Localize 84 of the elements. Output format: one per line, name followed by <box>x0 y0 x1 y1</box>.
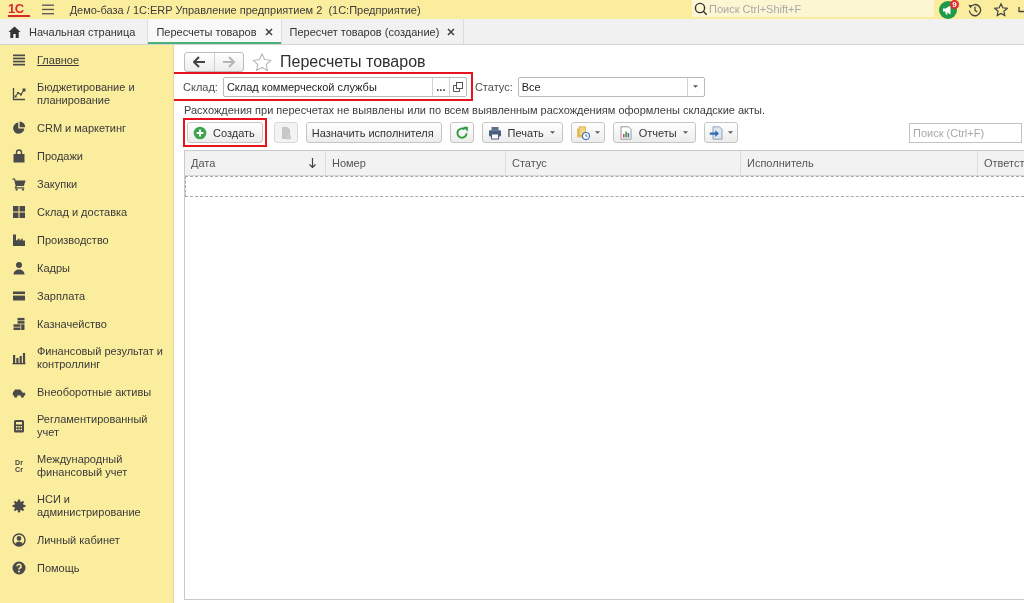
pie-chart-icon <box>12 121 26 135</box>
history-icon <box>968 2 982 17</box>
column-header[interactable]: Статус <box>506 151 741 175</box>
caret-icon <box>682 131 688 134</box>
open-button[interactable] <box>448 78 466 96</box>
import-icon <box>708 125 723 140</box>
tab[interactable]: Пересчет товаров (создание) <box>281 19 465 44</box>
shopping-bag-icon <box>12 149 26 163</box>
close-icon <box>264 27 273 36</box>
caret-icon <box>549 131 555 134</box>
caret-icon <box>693 85 699 88</box>
close-icon <box>447 27 456 36</box>
documents-clock-icon <box>575 125 590 140</box>
line-chart-icon <box>12 87 26 101</box>
toolbar-button[interactable]: Создать <box>187 122 263 143</box>
calculator-icon <box>12 419 26 433</box>
sidebar-item[interactable]: Личный кабинет <box>12 533 165 547</box>
caret-icon <box>594 131 600 134</box>
sidebar-item[interactable]: Производство <box>12 233 165 247</box>
cut-off-icon <box>1018 5 1024 14</box>
coin-stack-icon <box>12 317 26 331</box>
sidebar-item[interactable]: CRM и маркетинг <box>12 121 165 135</box>
sidebar-item[interactable]: Зарплата <box>12 289 165 303</box>
star-icon <box>252 52 272 72</box>
field-label: Статус: <box>474 80 513 93</box>
card-icon <box>12 289 26 303</box>
dropdown-field[interactable]: Все <box>517 76 705 97</box>
plus-icon <box>193 125 207 140</box>
empty-row[interactable] <box>185 176 1024 197</box>
icon-button[interactable] <box>570 122 605 143</box>
window-title: Демо-база / 1С:ERP Управление предприятием 2 (1С:Предприятие) <box>69 3 421 16</box>
list-icon <box>12 53 26 67</box>
info-message: Расхождения при пересчетах не выявлены или по всем выявленным расхождениям оформлены складские акты. <box>184 104 766 117</box>
field-label: Склад: <box>183 81 218 93</box>
cart-icon <box>12 177 26 191</box>
sidebar-item[interactable]: Казначейство <box>12 317 165 331</box>
sidebar-item[interactable]: Финансовый результат и контроллинг <box>12 345 165 371</box>
toolbar-button[interactable]: Отчеты <box>612 122 696 143</box>
refresh-icon <box>454 125 469 140</box>
person-icon <box>12 261 26 275</box>
sidebar-item[interactable]: Главное <box>12 53 165 67</box>
sidebar-item[interactable]: Склад и доставка <box>12 205 165 219</box>
user-circle-icon <box>12 533 26 547</box>
sidebar-item[interactable]: Закупки <box>12 177 165 191</box>
arrow-left-icon <box>193 56 206 68</box>
factory-icon <box>12 233 26 247</box>
form-title: Пересчеты товаров <box>280 52 426 72</box>
sort-arrow-icon <box>309 158 316 168</box>
caret-icon <box>727 131 733 134</box>
toolbar-button[interactable]: Печать <box>481 122 563 143</box>
notification-badge: 9 <box>950 0 959 9</box>
megaphone-icon <box>939 0 957 19</box>
logo: 1С <box>8 2 30 17</box>
report-icon <box>618 125 633 140</box>
column-header[interactable]: Исполнитель <box>741 151 978 175</box>
sidebar-item[interactable]: Продажи <box>12 149 165 163</box>
home-icon <box>8 25 21 38</box>
icon-button[interactable] <box>449 122 474 143</box>
search-icon <box>694 2 707 15</box>
menu-icon <box>41 4 54 15</box>
overlapping-squares-icon <box>452 82 463 92</box>
icon-button[interactable] <box>703 122 738 143</box>
reference-field[interactable]: Склад коммерческой службы ... <box>222 77 467 97</box>
sidebar-item[interactable]: Бюджетирование и планирование <box>12 81 165 107</box>
column-header[interactable]: Номер <box>326 151 506 175</box>
grid-icon <box>12 205 26 219</box>
arrow-right-icon <box>222 56 236 68</box>
sidebar-item[interactable]: Кадры <box>12 261 165 275</box>
sidebar-item[interactable]: НСИ и администрирование <box>12 493 165 519</box>
column-header[interactable]: Дата <box>185 151 326 175</box>
tab[interactable]: Пересчеты товаров <box>148 19 282 44</box>
toolbar-button[interactable]: Назначить исполнителя <box>305 122 442 143</box>
sidebar-item[interactable]: Внеоборотные активы <box>12 385 165 399</box>
printer-icon <box>487 125 502 140</box>
bar-chart-icon <box>12 351 26 365</box>
help-icon <box>12 561 26 575</box>
sidebar-item[interactable]: Регламентированный учет <box>12 413 165 439</box>
star-icon <box>994 2 1008 17</box>
gear-icon <box>12 499 26 513</box>
sidebar-item[interactable]: Помощь <box>12 561 165 575</box>
select-button[interactable]: ... <box>431 78 449 96</box>
search-field[interactable]: Поиск Ctrl+Shift+F <box>692 0 934 17</box>
search-field[interactable]: Поиск (Ctrl+F) <box>909 122 1022 143</box>
column-header[interactable]: Ответст <box>978 151 1024 175</box>
